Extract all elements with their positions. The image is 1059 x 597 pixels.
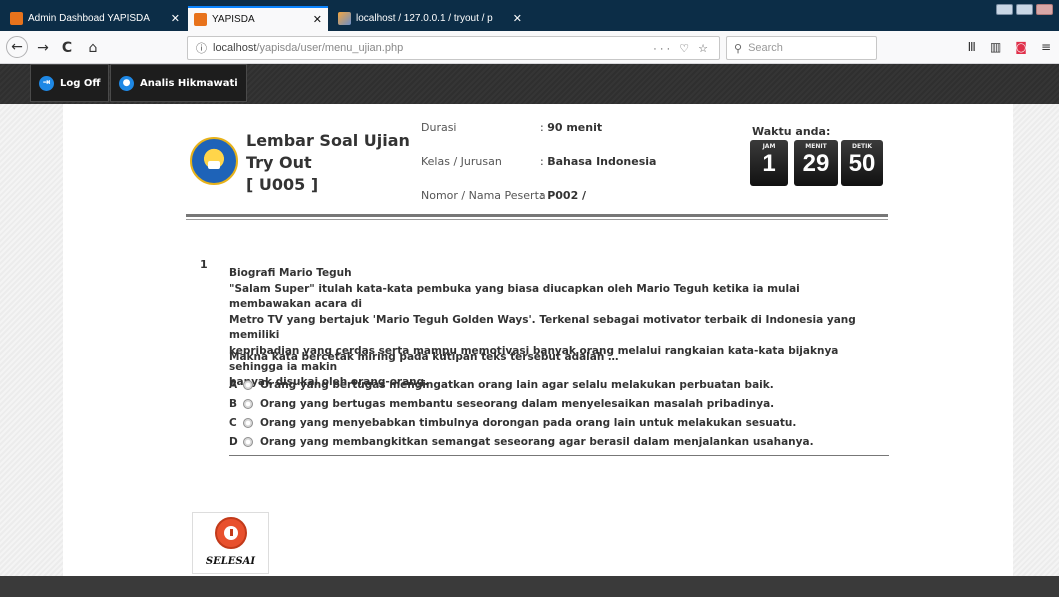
exam-type: Try Out <box>246 153 312 172</box>
page-actions-icon[interactable]: ··· ♡ ☆ <box>653 42 711 55</box>
tab-admin-dashboard[interactable]: Admin Dashboad YAPISDA ✕ <box>4 6 186 31</box>
address-bar[interactable]: ⓘ localhost/yapisda/user/menu_ujian.php … <box>187 36 720 60</box>
exam-code: [ U005 ] <box>246 175 319 194</box>
answer-option-a[interactable]: A Orang yang bertugas mengingatkan orang… <box>229 377 774 393</box>
question-divider <box>229 455 889 456</box>
duration-label: Durasi <box>421 121 457 134</box>
option-text: Orang yang menyebabkan timbulnya doronga… <box>260 417 797 429</box>
option-radio[interactable] <box>243 399 253 409</box>
tab-label: Admin Dashboad YAPISDA <box>28 13 150 24</box>
timer-hours: JAM 1 <box>750 140 788 186</box>
alarm-clock-icon <box>215 517 247 549</box>
search-placeholder: Search <box>748 42 783 54</box>
class-value: : Bahasa Indonesia <box>540 155 657 168</box>
tut-wuri-handayani-logo-icon <box>190 137 238 185</box>
browser-toolbar: ← → C ⌂ ⓘ localhost/yapisda/user/menu_uj… <box>0 31 1059 64</box>
timer-seconds: DETIK 50 <box>841 140 883 186</box>
phpmyadmin-favicon-icon <box>338 12 351 25</box>
answer-option-b[interactable]: B Orang yang bertugas membantu seseorang… <box>229 396 774 412</box>
tab-close-icon[interactable]: ✕ <box>513 12 522 25</box>
user-icon: ● <box>119 75 134 91</box>
passage-line: Biografi Mario Teguh <box>229 267 352 279</box>
close-window-button[interactable] <box>1036 4 1053 15</box>
option-letter: C <box>229 417 237 429</box>
tab-close-icon[interactable]: ✕ <box>313 13 322 26</box>
menu-icon[interactable]: ≡ <box>1041 40 1051 54</box>
option-radio[interactable] <box>243 437 253 447</box>
site-info-icon[interactable]: ⓘ <box>196 40 207 56</box>
yapisda-favicon-icon <box>194 13 207 26</box>
participant-label: Nomor / Nama Peserta <box>421 189 546 202</box>
page-footer <box>0 576 1059 597</box>
browser-tab-strip: Admin Dashboad YAPISDA ✕ YAPISDA ✕ local… <box>0 0 1059 31</box>
browser-tools: Ⅲ ▥ ◙ ≡ <box>968 40 1051 54</box>
question-passage: Biografi Mario Teguh "Salam Super" itula… <box>229 266 869 391</box>
logoff-button[interactable]: ⇥ Log Off <box>30 64 110 102</box>
option-text: Orang yang bertugas membantu seseorang d… <box>260 398 775 410</box>
timer-minutes: MENIT 29 <box>794 140 838 186</box>
user-button[interactable]: ● Analis Hikmawati <box>110 64 247 102</box>
user-name: Analis Hikmawati <box>140 77 238 89</box>
option-letter: A <box>229 379 238 391</box>
question-number: 1 <box>200 258 208 271</box>
option-letter: B <box>229 398 238 410</box>
maximize-button[interactable] <box>1016 4 1033 15</box>
header-divider <box>186 214 888 220</box>
answer-option-d[interactable]: D Orang yang membangkitkan semangat sese… <box>229 434 814 450</box>
passage-line: Metro TV yang bertajuk 'Mario Teguh Gold… <box>229 313 856 342</box>
window-controls <box>996 4 1053 15</box>
yapisda-favicon-icon <box>10 12 23 25</box>
option-radio[interactable] <box>243 418 253 428</box>
exam-title: Lembar Soal Ujian <box>246 131 410 150</box>
option-radio[interactable] <box>243 380 253 390</box>
timer-label: Waktu anda: <box>752 125 831 138</box>
pocket-icon[interactable]: ◙ <box>1015 40 1027 54</box>
tab-label: localhost / 127.0.0.1 / tryout / p <box>356 13 493 24</box>
home-button-icon[interactable]: ⌂ <box>82 38 104 58</box>
tab-label: YAPISDA <box>212 14 255 25</box>
forward-button-icon[interactable]: → <box>32 38 54 58</box>
sidebar-icon[interactable]: ▥ <box>990 40 1001 54</box>
class-label: Kelas / Jurusan <box>421 155 502 168</box>
finish-exam-button[interactable]: SELESAI <box>192 512 269 574</box>
logoff-icon: ⇥ <box>39 75 54 91</box>
app-top-bar: ⇥ Log Off ● Analis Hikmawati <box>0 64 1059 104</box>
tab-phpmyadmin[interactable]: localhost / 127.0.0.1 / tryout / p ✕ <box>332 6 528 31</box>
reload-button-icon[interactable]: C <box>56 38 78 58</box>
logoff-label: Log Off <box>60 77 101 89</box>
back-button-icon[interactable]: ← <box>6 36 28 58</box>
answer-option-c[interactable]: C Orang yang menyebabkan timbulnya doron… <box>229 415 796 431</box>
search-icon: ⚲ <box>734 42 743 55</box>
participant-value: : P002 / <box>540 189 587 202</box>
url-text[interactable]: localhost/yapisda/user/menu_ujian.php <box>213 42 653 54</box>
tab-close-icon[interactable]: ✕ <box>171 12 180 25</box>
passage-line: "Salam Super" itulah kata-kata pembuka y… <box>229 282 800 311</box>
duration-value: : 90 menit <box>540 121 603 134</box>
option-letter: D <box>229 436 238 448</box>
tab-yapisda[interactable]: YAPISDA ✕ <box>188 6 328 31</box>
option-text: Orang yang membangkitkan semangat seseor… <box>260 436 814 448</box>
option-text: Orang yang bertugas mengingatkan orang l… <box>260 379 774 391</box>
finish-label: SELESAI <box>205 556 256 567</box>
search-input[interactable]: ⚲ Search <box>726 36 877 60</box>
minimize-button[interactable] <box>996 4 1013 15</box>
question-prompt: Makna kata bercetak miring pada kutipan … <box>229 351 619 363</box>
library-icon[interactable]: Ⅲ <box>968 40 976 54</box>
